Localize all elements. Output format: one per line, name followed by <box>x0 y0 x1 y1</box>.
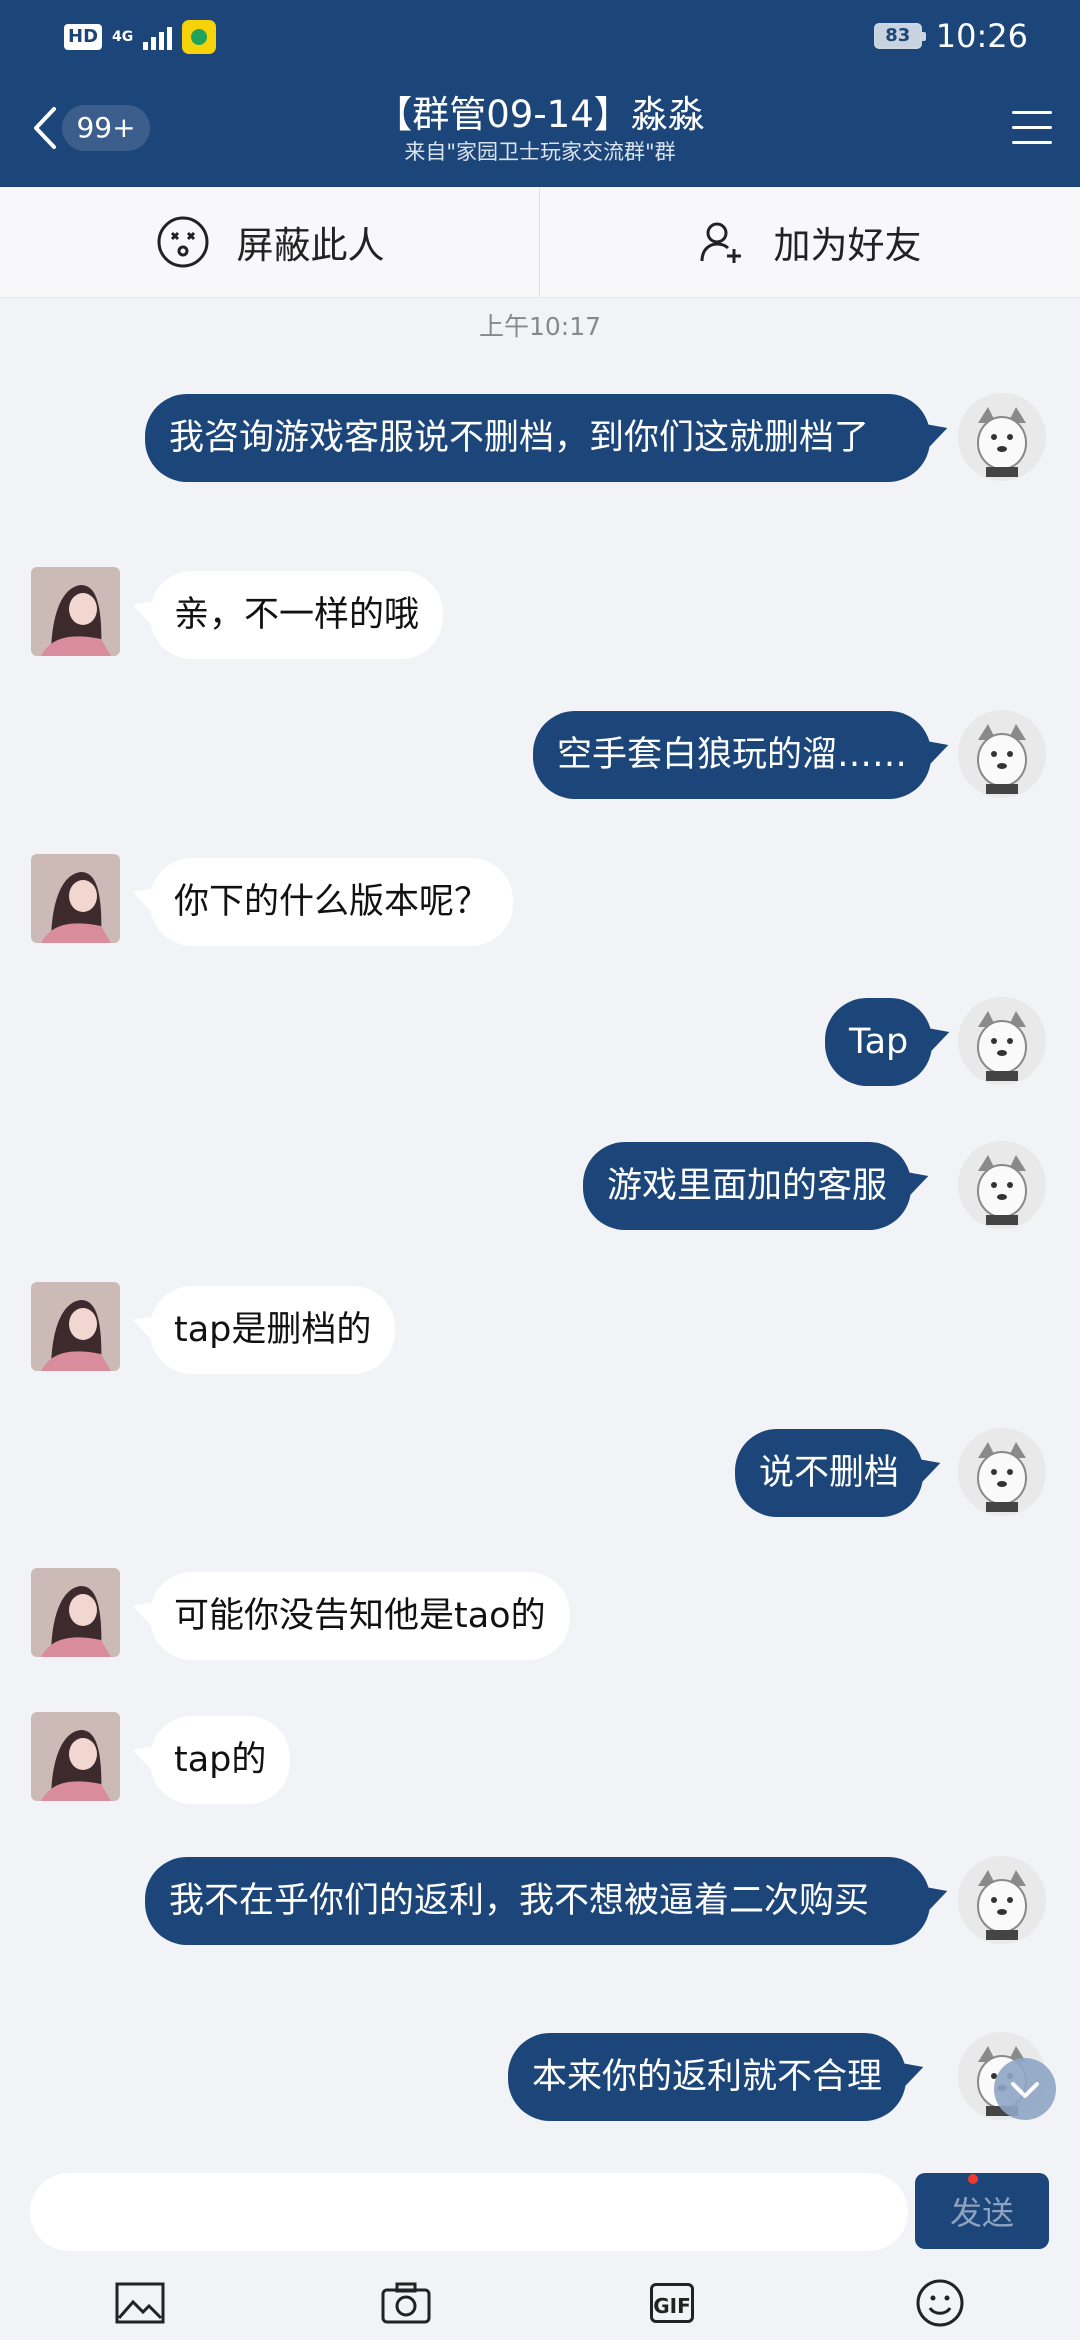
sent-message[interactable]: 说不删档 <box>735 1429 924 1517</box>
sent-message[interactable]: 游戏里面加的客服 <box>583 1142 912 1230</box>
add-user-icon <box>700 222 741 263</box>
add-friend-button[interactable]: 加为好友 <box>540 187 1079 297</box>
message-timestamp: 上午10:17 <box>478 312 602 341</box>
contact-avatar[interactable] <box>31 1282 120 1371</box>
scroll-to-bottom-button[interactable] <box>994 2058 1056 2120</box>
message-text: 我咨询游戏客服说不删档，到你们这就删档了 <box>169 418 870 458</box>
received-message[interactable]: 你下的什么版本呢？ <box>150 858 514 946</box>
contact-avatar[interactable] <box>31 567 120 656</box>
status-bar: HD 4G 83 10:26 <box>0 0 1080 75</box>
message-text: 游戏里面加的客服 <box>607 1166 888 1206</box>
contact-avatar[interactable] <box>31 854 120 943</box>
unread-count-badge[interactable]: 99+ <box>62 105 150 151</box>
received-message[interactable]: 亲，不一样的哦 <box>150 571 444 659</box>
music-app-icon <box>182 20 217 54</box>
received-message[interactable]: tap是删档的 <box>150 1286 396 1374</box>
my-avatar[interactable] <box>958 1141 1046 1229</box>
image-button[interactable] <box>110 2275 170 2331</box>
my-avatar[interactable] <box>958 997 1046 1085</box>
send-button[interactable]: 发送 <box>915 2173 1049 2249</box>
my-avatar[interactable] <box>958 710 1046 798</box>
camera-icon <box>381 2282 431 2324</box>
add-friend-label: 加为好友 <box>773 224 922 267</box>
input-bar: 发送 GIF <box>0 2155 1080 2340</box>
smiley-icon <box>916 2279 964 2327</box>
nav-bar: 99+ 【群管09-14】淼淼 来自"家园卫士玩家交流群"群 <box>0 75 1080 187</box>
hd-badge: HD <box>64 24 103 50</box>
emoji-button[interactable] <box>910 2275 970 2331</box>
sent-message[interactable]: 本来你的返利就不合理 <box>508 2033 907 2121</box>
header-bar: HD 4G 83 10:26 99+ 【群管09-14】淼淼 来自"家园卫士玩家… <box>0 0 1080 187</box>
block-face-icon <box>157 216 208 268</box>
message-text: tap是删档的 <box>174 1310 372 1350</box>
back-arrow-icon[interactable] <box>30 103 60 153</box>
sent-message[interactable]: 空手套白狼玩的溜…… <box>533 711 932 799</box>
message-text: 可能你没告知他是tao的 <box>174 1596 546 1636</box>
message-text: 本来你的返利就不合理 <box>532 2057 883 2097</box>
network-type: 4G <box>112 29 134 45</box>
message-text: tap的 <box>174 1740 267 1780</box>
my-avatar[interactable] <box>958 1428 1046 1516</box>
my-avatar[interactable] <box>958 393 1046 481</box>
message-text: 你下的什么版本呢？ <box>174 882 490 922</box>
chevron-down-icon <box>1011 2082 1039 2098</box>
battery-icon: 83 <box>873 23 926 49</box>
contact-avatar[interactable] <box>31 1568 120 1657</box>
sent-message[interactable]: 我咨询游戏客服说不删档，到你们这就删档了 <box>145 394 930 482</box>
gif-icon: GIF <box>650 2283 694 2323</box>
message-input[interactable] <box>30 2173 908 2251</box>
sent-message[interactable]: 我不在乎你们的返利，我不想被逼着二次购买 <box>145 1857 930 1945</box>
notification-dot <box>968 2174 978 2184</box>
message-text: 亲，不一样的哦 <box>174 595 420 635</box>
action-bar: 屏蔽此人 加为好友 <box>0 187 1080 298</box>
message-text: 我不在乎你们的返利，我不想被逼着二次购买 <box>169 1881 870 1921</box>
message-text: Tap <box>849 1022 909 1062</box>
chat-subtitle: 来自"家园卫士玩家交流群"群 <box>404 140 676 164</box>
my-avatar[interactable] <box>958 1856 1046 1944</box>
received-message[interactable]: 可能你没告知他是tao的 <box>150 1572 570 1660</box>
chat-title: 【群管09-14】淼淼 <box>375 93 705 136</box>
received-message[interactable]: tap的 <box>150 1716 291 1804</box>
image-icon <box>115 2282 165 2324</box>
contact-avatar[interactable] <box>31 1712 120 1801</box>
clock: 10:26 <box>935 17 1028 55</box>
block-user-button[interactable]: 屏蔽此人 <box>0 187 539 297</box>
block-user-label: 屏蔽此人 <box>236 224 385 267</box>
sent-message[interactable]: Tap <box>825 998 933 1086</box>
gif-button[interactable]: GIF <box>642 2275 702 2331</box>
camera-button[interactable] <box>376 2275 436 2331</box>
signal-icon <box>143 24 173 50</box>
message-text: 空手套白狼玩的溜…… <box>557 735 908 775</box>
menu-icon[interactable] <box>1012 111 1052 147</box>
message-text: 说不删档 <box>759 1453 900 1493</box>
